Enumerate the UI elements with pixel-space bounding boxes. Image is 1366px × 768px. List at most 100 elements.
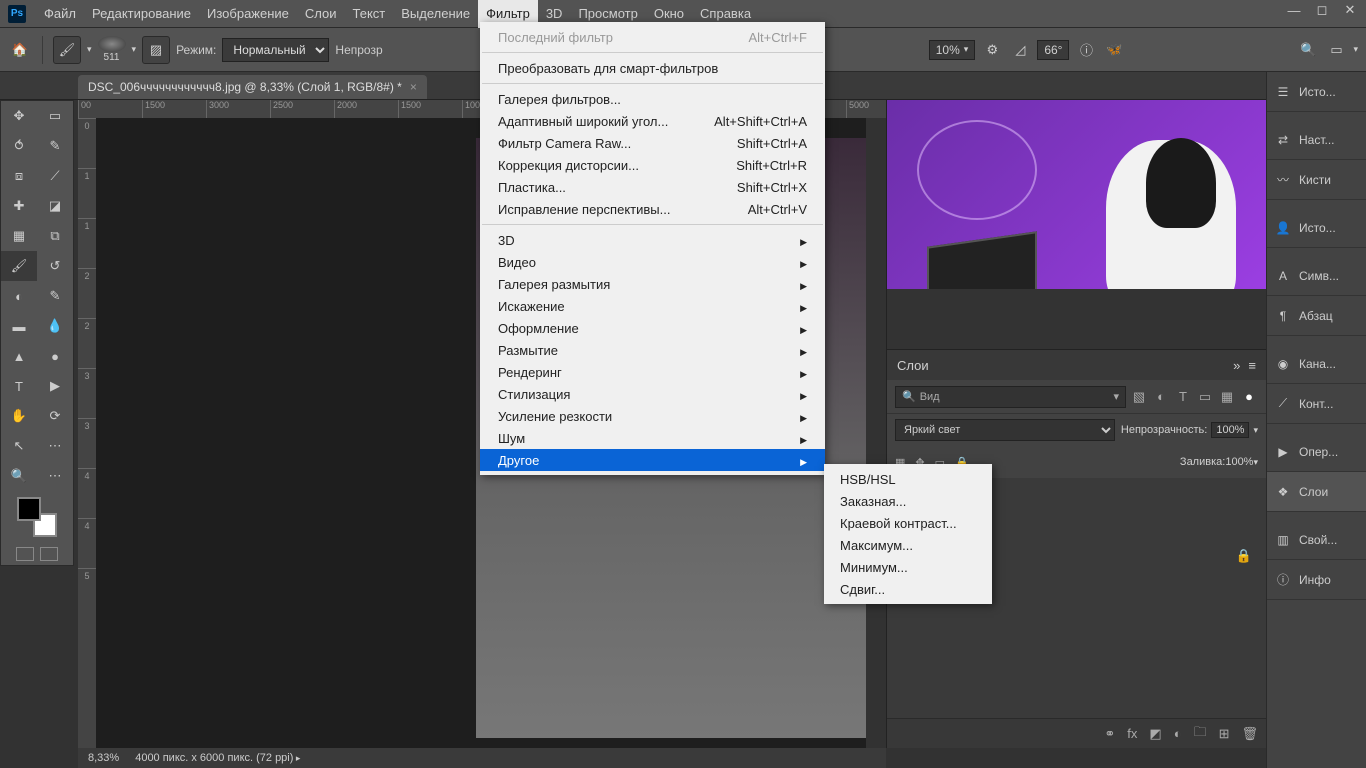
- frame-tool[interactable]: ▦: [1, 221, 37, 251]
- tab-info[interactable]: ⓘИнфо: [1267, 560, 1366, 600]
- submenu-maximum[interactable]: Максимум...: [824, 534, 992, 556]
- move-tool[interactable]: ✥: [1, 101, 37, 131]
- brush-tool[interactable]: 🖌: [1, 251, 37, 281]
- fx-icon[interactable]: fx: [1127, 726, 1137, 741]
- shape-tool[interactable]: ●: [37, 341, 73, 371]
- chevron-down-icon[interactable]: ▾: [87, 44, 92, 55]
- tab-channels[interactable]: ◉Кана...: [1267, 344, 1366, 384]
- rotate-tool[interactable]: ⟳: [37, 401, 73, 431]
- tab-brushes[interactable]: 〰Кисти: [1267, 160, 1366, 200]
- filter-shape-icon[interactable]: ▭: [1196, 388, 1214, 406]
- tab-layers[interactable]: ❖Слои: [1267, 472, 1366, 512]
- flow-field[interactable]: 10%▾: [929, 40, 976, 60]
- menu-stylize-sub[interactable]: Стилизация: [480, 383, 825, 405]
- link-layers-icon[interactable]: ⚭: [1104, 726, 1115, 742]
- menu-adaptive-wide[interactable]: Адаптивный широкий угол...Alt+Shift+Ctrl…: [480, 110, 825, 132]
- gear-icon[interactable]: ⚙: [981, 39, 1003, 61]
- tab-history[interactable]: ☰Исто...: [1267, 72, 1366, 112]
- close-tab-icon[interactable]: ×: [410, 80, 417, 94]
- menu-liquify[interactable]: Пластика...Shift+Ctrl+X: [480, 176, 825, 198]
- blend-mode-select[interactable]: Нормальный: [222, 38, 329, 62]
- tab-properties[interactable]: ▥Свой...: [1267, 520, 1366, 560]
- opacity-value[interactable]: 100%: [1211, 422, 1249, 438]
- menu-layers[interactable]: Слои: [297, 0, 345, 28]
- healing-tool[interactable]: ✚: [1, 191, 37, 221]
- menu-last-filter[interactable]: Последний фильтрAlt+Ctrl+F: [480, 26, 825, 48]
- filter-pixel-icon[interactable]: ▧: [1130, 388, 1148, 406]
- document-tab[interactable]: DSC_006чччччччччччч8.jpg @ 8,33% (Слой 1…: [78, 75, 427, 99]
- menu-noise-sub[interactable]: Шум: [480, 427, 825, 449]
- filter-adjust-icon[interactable]: ◐: [1152, 388, 1170, 406]
- layer-blend-select[interactable]: Яркий свет: [895, 419, 1115, 441]
- menu-text[interactable]: Текст: [345, 0, 394, 28]
- menu-lens-correction[interactable]: Коррекция дисторсии...Shift+Ctrl+R: [480, 154, 825, 176]
- close-icon[interactable]: ✕: [1338, 0, 1362, 20]
- brush-settings-button[interactable]: ▨: [142, 36, 170, 64]
- menu-blur-sub[interactable]: Размытие: [480, 339, 825, 361]
- group-icon[interactable]: 🗀: [1194, 723, 1207, 745]
- angle-field[interactable]: 66°: [1037, 40, 1069, 60]
- maximize-icon[interactable]: ◻: [1310, 0, 1334, 20]
- clone-tool[interactable]: ⧉: [37, 221, 73, 251]
- chevron-down-icon[interactable]: ▾: [132, 44, 137, 55]
- marquee-tool[interactable]: ▭: [37, 101, 73, 131]
- direct-select-tool[interactable]: ↖: [1, 431, 37, 461]
- zoom-tool[interactable]: 🔍: [1, 461, 37, 491]
- menu-select[interactable]: Выделение: [393, 0, 478, 28]
- filter-type-icon[interactable]: T: [1174, 388, 1192, 406]
- lasso-tool[interactable]: ⥀: [1, 131, 37, 161]
- submenu-high-pass[interactable]: Краевой контраст...: [824, 512, 992, 534]
- submenu-custom[interactable]: Заказная...: [824, 490, 992, 512]
- menu-3d-sub[interactable]: 3D: [480, 229, 825, 251]
- zoom-level[interactable]: 8,33%: [88, 752, 119, 764]
- filter-toggle-icon[interactable]: ●: [1240, 388, 1258, 406]
- menu-camera-raw[interactable]: Фильтр Camera Raw...Shift+Ctrl+A: [480, 132, 825, 154]
- submenu-hsb-hsl[interactable]: HSB/HSL: [824, 468, 992, 490]
- tab-history2[interactable]: 👤Исто...: [1267, 208, 1366, 248]
- chevron-down-icon[interactable]: ▾: [1353, 44, 1358, 55]
- mask-icon[interactable]: ◩: [1149, 726, 1161, 742]
- delete-layer-icon[interactable]: 🗑: [1241, 726, 1258, 742]
- mask-mode-toggle[interactable]: [1, 543, 73, 565]
- menu-distort-sub[interactable]: Искажение: [480, 295, 825, 317]
- filter-smart-icon[interactable]: ▦: [1218, 388, 1236, 406]
- navigator-preview[interactable]: [887, 100, 1266, 350]
- fill-value[interactable]: 100%: [1225, 456, 1253, 468]
- panel-collapse-icon[interactable]: »: [1233, 358, 1240, 373]
- search-icon[interactable]: 🔍: [1297, 39, 1319, 61]
- menu-sharpen-sub[interactable]: Усиление резкости: [480, 405, 825, 427]
- tab-character[interactable]: AСимв...: [1267, 256, 1366, 296]
- menu-edit[interactable]: Редактирование: [84, 0, 199, 28]
- menu-vanishing-point[interactable]: Исправление перспективы...Alt+Ctrl+V: [480, 198, 825, 220]
- menu-video-sub[interactable]: Видео: [480, 251, 825, 273]
- submenu-offset[interactable]: Сдвиг...: [824, 578, 992, 600]
- butterfly-icon[interactable]: 🦋: [1103, 39, 1125, 61]
- menu-render-sub[interactable]: Рендеринг: [480, 361, 825, 383]
- menu-pixelate-sub[interactable]: Оформление: [480, 317, 825, 339]
- type-tool[interactable]: T: [1, 371, 37, 401]
- minimize-icon[interactable]: —: [1282, 0, 1306, 20]
- eyedropper-tool[interactable]: ⟋: [37, 161, 73, 191]
- symmetry-icon[interactable]: ⓘ: [1075, 39, 1097, 61]
- tab-paths[interactable]: ⟋Конт...: [1267, 384, 1366, 424]
- edit-toolbar[interactable]: ⋯: [37, 461, 73, 491]
- menu-image[interactable]: Изображение: [199, 0, 297, 28]
- submenu-minimum[interactable]: Минимум...: [824, 556, 992, 578]
- path-select-tool[interactable]: ▶: [37, 371, 73, 401]
- tab-adjustments[interactable]: ⇄Наст...: [1267, 120, 1366, 160]
- layer-filter-kind[interactable]: 🔍Вид▾: [895, 386, 1126, 408]
- brush-preview[interactable]: 511: [98, 36, 126, 63]
- workspace-icon[interactable]: ▭: [1325, 39, 1347, 61]
- home-button[interactable]: 🏠: [8, 38, 32, 62]
- menu-blur-gallery-sub[interactable]: Галерея размытия: [480, 273, 825, 295]
- history-brush-tool[interactable]: ↺: [37, 251, 73, 281]
- tab-paragraph[interactable]: ¶Абзац: [1267, 296, 1366, 336]
- new-layer-icon[interactable]: ⊞: [1219, 726, 1230, 742]
- doc-dimensions[interactable]: 4000 пикс. x 6000 пикс. (72 ppi): [135, 752, 300, 764]
- menu-convert-smart[interactable]: Преобразовать для смарт-фильтров: [480, 57, 825, 79]
- gradient-tool[interactable]: ▬: [1, 311, 37, 341]
- blur-tool[interactable]: 💧: [37, 311, 73, 341]
- panel-menu-icon[interactable]: ≡: [1248, 358, 1256, 373]
- menu-other-sub[interactable]: Другое: [480, 449, 825, 471]
- quick-select-tool[interactable]: ✎: [37, 131, 73, 161]
